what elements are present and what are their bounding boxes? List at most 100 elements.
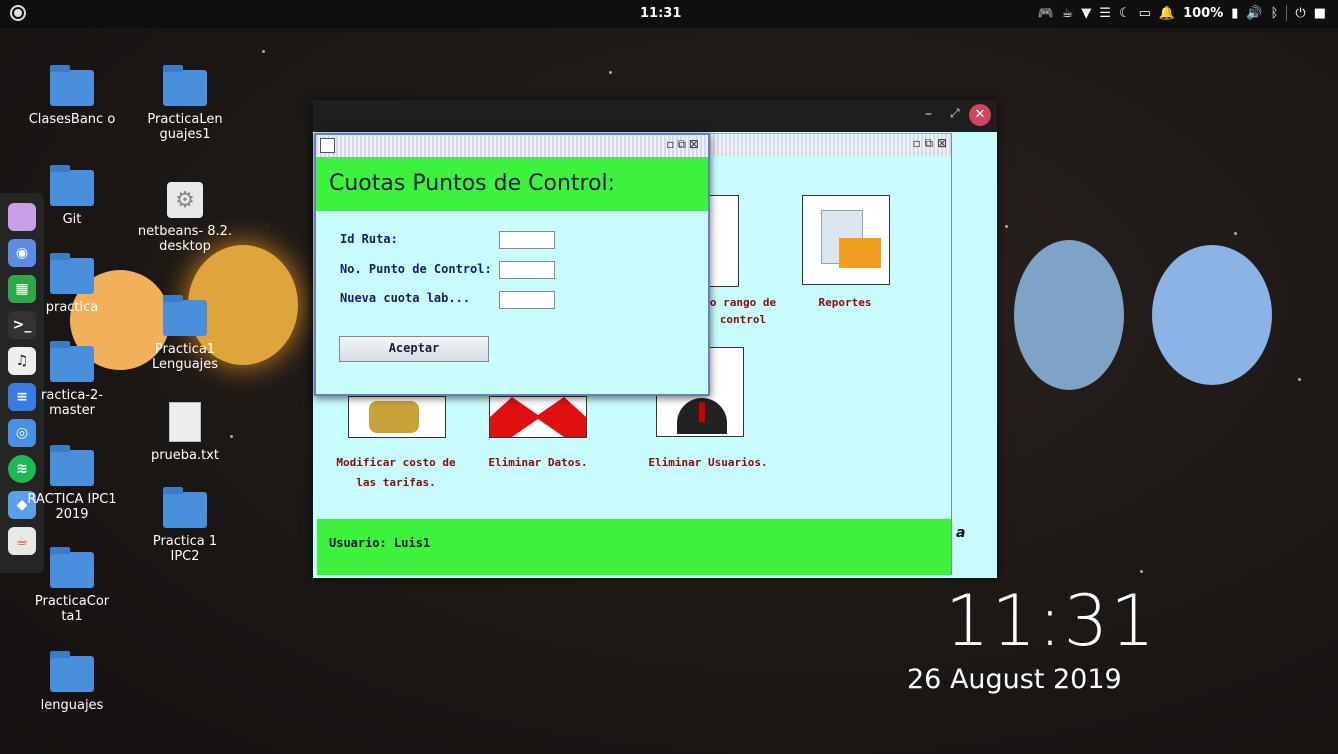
dialog-header: Cuotas Puntos de Control:: [316, 158, 708, 211]
desktop-folder[interactable]: practica: [24, 253, 120, 315]
desktop-clock-time: 11:31: [945, 580, 1157, 662]
gear-icon: ⚙: [167, 182, 203, 218]
battery-label[interactable]: 100%: [1183, 6, 1223, 21]
wifi-icon[interactable]: ▼: [1081, 6, 1091, 21]
panel-clock[interactable]: 11:31: [640, 6, 681, 21]
desktop-folder[interactable]: lenguajes: [24, 651, 120, 713]
desktop-folder[interactable]: ClasesBanc o: [24, 65, 120, 127]
text-file-icon: [169, 402, 201, 442]
menu-lines-icon[interactable]: ☰: [1099, 6, 1111, 21]
system-tray[interactable]: 🎮 ☕ ▼ ☰ ☾ ▭ 🔔 100% ▮ 🔊 ᛒ ⏻ ■: [1037, 5, 1326, 21]
battery-icon[interactable]: ▮: [1231, 6, 1238, 21]
window-side-strip: a: [951, 133, 996, 575]
label-line: las tarifas.: [356, 476, 436, 489]
frame-icon: [320, 138, 335, 153]
maximize-icon[interactable]: ⤢: [950, 106, 960, 121]
desktop-folder[interactable]: PracticaLen guajes1: [137, 65, 233, 142]
folder-icon: [163, 487, 207, 528]
star: [1140, 570, 1143, 573]
current-user-label: Usuario: Luis1: [329, 536, 431, 550]
reports-button[interactable]: [802, 195, 890, 285]
folder-icon: [50, 341, 94, 382]
star: [262, 50, 265, 53]
desktop-icon-label: netbeans- 8.2. desktop: [137, 224, 233, 254]
delete-data-label: Eliminar Datos.: [488, 456, 588, 469]
tie-icon: [699, 402, 705, 422]
terminal-app-icon[interactable]: >_: [8, 311, 36, 339]
desktop-folder[interactable]: ractica-2- master: [24, 341, 120, 418]
status-bar: Usuario: Luis1: [317, 519, 951, 575]
folder-icon[interactable]: ▭: [1139, 6, 1151, 21]
desktop-folder[interactable]: Practica1 Lenguajes: [137, 295, 233, 372]
chrome-app-icon[interactable]: ◎: [8, 419, 36, 447]
internal-frame-controls[interactable]: ▫ ⧉ ⊠: [913, 136, 947, 151]
desktop-folder[interactable]: RACTICA IPC1 2019: [24, 445, 120, 522]
java-app-icon[interactable]: ☕: [8, 527, 36, 555]
folder-icon: [839, 238, 881, 268]
folder-icon: [50, 651, 94, 692]
desktop-icon-label: Git: [62, 212, 82, 227]
desktop-icon-label: ractica-2- master: [41, 388, 103, 418]
window-titlebar[interactable]: – ⤢ ✕: [313, 100, 997, 132]
activities-icon[interactable]: [10, 5, 26, 21]
money-bag-icon: [369, 401, 419, 433]
control-point-label: No. Punto de Control:: [340, 262, 492, 276]
moon-icon[interactable]: ☾: [1119, 6, 1131, 21]
route-id-input[interactable]: [499, 231, 555, 249]
star: [609, 71, 612, 74]
desktop-launcher[interactable]: ⚙ netbeans- 8.2. desktop: [137, 182, 233, 254]
star: [1298, 378, 1301, 381]
star: [1234, 232, 1237, 235]
discord-icon[interactable]: 🎮: [1037, 6, 1053, 21]
tray-separator: [1286, 5, 1288, 21]
dialog-title: Cuotas Puntos de Control:: [329, 171, 616, 196]
quota-dialog: ▫⧉⊠ Cuotas Puntos de Control: Id Ruta: N…: [314, 133, 710, 396]
accept-button[interactable]: Aceptar: [339, 336, 489, 362]
star: [1005, 225, 1008, 228]
route-id-label: Id Ruta:: [340, 232, 398, 246]
modify-fees-button[interactable]: [348, 396, 446, 438]
bell-icon[interactable]: 🔔: [1159, 6, 1175, 21]
new-fee-label: Nueva cuota lab...: [340, 291, 471, 305]
folder-icon: [50, 253, 94, 294]
folder-icon: [50, 165, 94, 206]
modify-fees-label: Modificar costo de las tarifas.: [331, 453, 461, 493]
close-icon[interactable]: ✕: [969, 104, 991, 126]
desktop-folder[interactable]: PracticaCor ta1: [24, 547, 120, 624]
desktop-folder[interactable]: Practica 1 IPC2: [137, 487, 233, 564]
dialog-titlebar[interactable]: ▫⧉⊠: [316, 135, 708, 158]
desktop-file[interactable]: prueba.txt: [137, 402, 233, 463]
desktop-icon-label: lenguajes: [40, 698, 104, 713]
power-icon[interactable]: ⏻: [1295, 6, 1305, 21]
new-fee-input[interactable]: [499, 291, 555, 309]
uranus-character: [1014, 240, 1124, 390]
volume-icon[interactable]: 🔊: [1246, 6, 1262, 21]
internal-frame-titlebar[interactable]: ▫ ⧉ ⊠: [709, 133, 953, 156]
folder-icon: [50, 65, 94, 106]
desktop-icon-label: prueba.txt: [150, 448, 220, 463]
desktop-clock-date: 26 August 2019: [907, 664, 1122, 695]
neptune-character: [1152, 245, 1272, 385]
delete-data-button[interactable]: [489, 396, 587, 438]
desktop-folder[interactable]: Git: [24, 165, 120, 227]
dialog-window-controls[interactable]: ▫⧉⊠: [666, 137, 702, 152]
label-line: Modificar costo de: [336, 456, 456, 469]
reports-label: Reportes: [818, 296, 872, 309]
desktop-icon-label: Practica 1 IPC2: [152, 534, 218, 564]
desktop-icon-label: ClasesBanc o: [28, 112, 116, 127]
desktop-icon-label: PracticaLen guajes1: [147, 112, 223, 142]
desktop-icon-label: practica: [45, 300, 99, 315]
folder-icon: [50, 445, 94, 486]
red-x-icon: [490, 397, 586, 437]
minimize-icon[interactable]: –: [925, 106, 932, 122]
window-icon[interactable]: ■: [1314, 6, 1326, 21]
coffee-icon[interactable]: ☕: [1062, 6, 1074, 21]
bluetooth-icon[interactable]: ᛒ: [1271, 6, 1279, 21]
desktop-icon-label: Practica1 Lenguajes: [151, 342, 219, 372]
folder-icon: [163, 295, 207, 336]
desktop-icon-label: PracticaCor ta1: [34, 594, 110, 624]
folder-icon: [50, 547, 94, 588]
control-point-input[interactable]: [499, 261, 555, 279]
delete-users-label: Eliminar Usuarios.: [648, 456, 768, 469]
top-panel: 11:31 🎮 ☕ ▼ ☰ ☾ ▭ 🔔 100% ▮ 🔊 ᛒ ⏻ ■: [0, 0, 1338, 28]
